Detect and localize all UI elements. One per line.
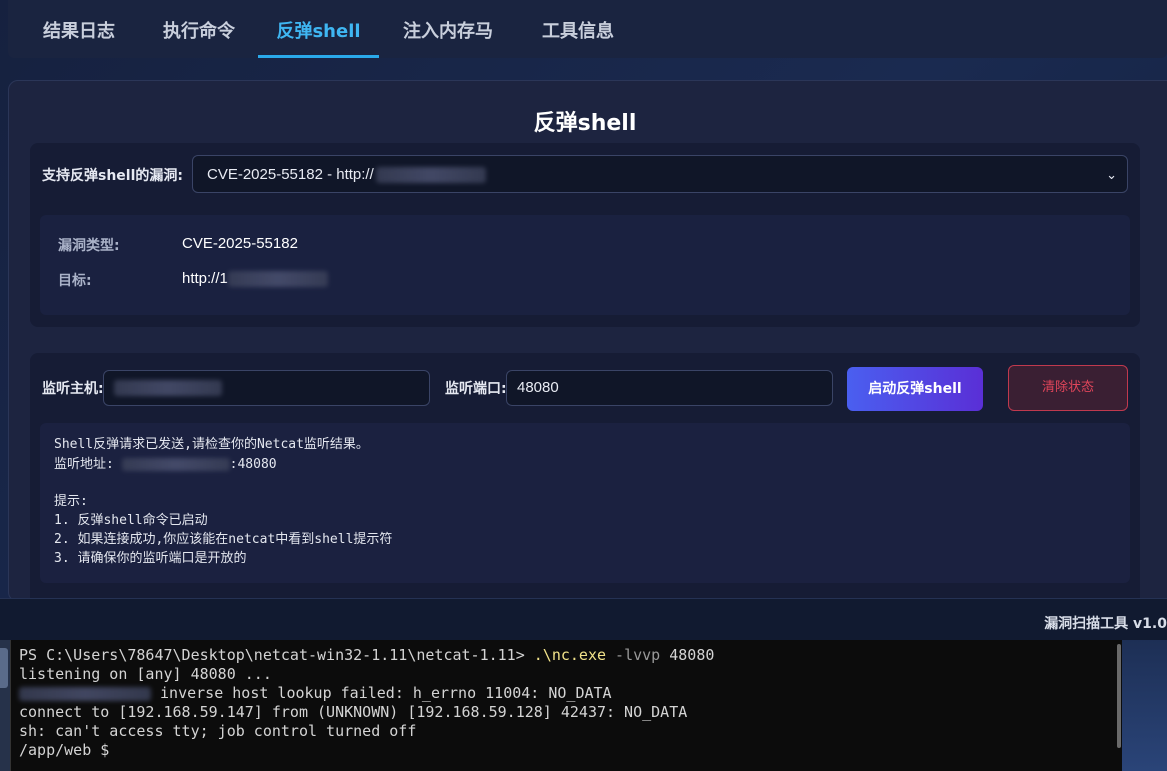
- redacted-blur: [227, 271, 328, 288]
- output-box: Shell反弹请求已发送,请检查你的Netcat监听结果。 监听地址: :480…: [40, 423, 1130, 583]
- tab-result-log[interactable]: 结果日志: [42, 0, 116, 56]
- target-value: http://1: [182, 270, 228, 287]
- terminal-port: 48080: [660, 646, 715, 664]
- footer-text: 漏洞扫描工具 v1.0: [1044, 616, 1167, 632]
- start-reverse-shell-button[interactable]: 启动反弹shell: [847, 367, 983, 411]
- vuln-select-value: CVE-2025-55182 - http://: [207, 166, 374, 183]
- desktop-shortcut-icon[interactable]: [0, 648, 8, 688]
- vuln-select-card: 支持反弹shell的漏洞: CVE-2025-55182 - http:// ⌄…: [30, 143, 1140, 327]
- listen-port-label: 监听端口:: [445, 381, 507, 397]
- listen-host-input[interactable]: [103, 370, 430, 406]
- tab-inject-memshell[interactable]: 注入内存马: [403, 0, 493, 56]
- terminal-lookup-text: inverse host lookup failed: h_errno 1100…: [151, 684, 612, 702]
- output-line: 监听地址: :48080: [54, 453, 277, 472]
- terminal-line: PS C:\Users\78647\Desktop\netcat-win32-1…: [19, 646, 714, 664]
- target-value-row: http://1: [182, 270, 328, 288]
- vuln-type-label: 漏洞类型:: [58, 238, 120, 254]
- terminal-window[interactable]: PS C:\Users\78647\Desktop\netcat-win32-1…: [10, 640, 1123, 771]
- tab-bar: 结果日志 执行命令 反弹shell 注入内存马 工具信息: [8, 0, 1167, 58]
- output-line: 1. 反弹shell命令已启动: [54, 513, 208, 528]
- output-line: 3. 请确保你的监听端口是开放的: [54, 551, 247, 566]
- terminal-command: .\nc.exe: [533, 646, 607, 664]
- tab-reverse-shell[interactable]: 反弹shell: [258, 0, 379, 58]
- app-window: 结果日志 执行命令 反弹shell 注入内存马 工具信息 反弹shell 支持反…: [0, 0, 1167, 640]
- redacted-blur: [19, 686, 151, 701]
- panel-title: 反弹shell: [533, 111, 637, 136]
- output-listen-port: :48080: [229, 457, 277, 472]
- reverse-shell-panel: 反弹shell 支持反弹shell的漏洞: CVE-2025-55182 - h…: [8, 80, 1167, 613]
- listen-port-input[interactable]: 48080: [506, 370, 833, 406]
- terminal-line: sh: can't access tty; job control turned…: [19, 722, 417, 740]
- terminal-line: inverse host lookup failed: h_errno 1100…: [19, 684, 612, 702]
- redacted-blur: [114, 380, 222, 397]
- vuln-select[interactable]: CVE-2025-55182 - http:// ⌄: [192, 155, 1128, 193]
- tab-tool-info[interactable]: 工具信息: [541, 0, 615, 56]
- chevron-down-icon: ⌄: [1106, 167, 1117, 182]
- vuln-select-label: 支持反弹shell的漏洞:: [42, 168, 183, 184]
- tab-exec-command[interactable]: 执行命令: [162, 0, 236, 56]
- clear-status-button[interactable]: 清除状态: [1008, 365, 1128, 411]
- listen-card: 监听主机: 监听端口: 48080 启动反弹shell 清除状态 Shell反弹…: [30, 353, 1140, 613]
- desktop-background: [1122, 640, 1167, 771]
- listen-host-label: 监听主机:: [42, 381, 104, 397]
- vuln-detail-box: 漏洞类型: CVE-2025-55182 目标: http://1: [40, 215, 1130, 315]
- terminal-prompt: PS C:\Users\78647\Desktop\netcat-win32-1…: [19, 646, 534, 664]
- redacted-blur: [121, 458, 230, 471]
- terminal-scrollbar[interactable]: [1117, 644, 1121, 748]
- vuln-type-value: CVE-2025-55182: [182, 235, 298, 252]
- target-label: 目标:: [58, 273, 92, 289]
- output-line: Shell反弹请求已发送,请检查你的Netcat监听结果。: [54, 437, 369, 452]
- terminal-line: /app/web $: [19, 741, 110, 759]
- terminal-line: connect to [192.168.59.147] from (UNKNOW…: [19, 703, 688, 721]
- output-line: 提示:: [54, 494, 88, 509]
- redacted-blur: [375, 167, 486, 184]
- output-line: 2. 如果连接成功,你应该能在netcat中看到shell提示符: [54, 532, 393, 547]
- terminal-line: listening on [any] 48080 ...: [19, 665, 272, 683]
- terminal-args: -lvvp: [606, 646, 661, 664]
- output-listen-prefix: 监听地址:: [54, 457, 122, 472]
- status-footer: 漏洞扫描工具 v1.0: [0, 598, 1167, 640]
